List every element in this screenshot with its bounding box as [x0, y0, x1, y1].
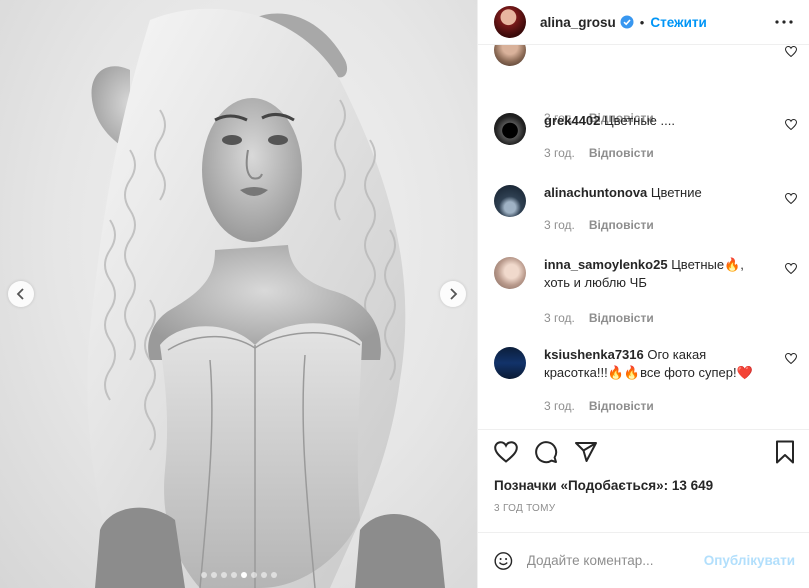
chevron-left-icon	[16, 288, 24, 300]
post-header: alina_grosu • Стежити	[478, 0, 809, 45]
comment-author[interactable]: grek4402	[544, 113, 600, 128]
comment-avatar[interactable]	[494, 347, 526, 379]
comment-icon	[535, 441, 558, 464]
add-comment-bar: Опублікувати	[478, 532, 809, 588]
comment-item: inna_samoylenko25 Цветные🔥, хоть и люблю…	[494, 256, 797, 337]
carousel-dot	[230, 572, 237, 578]
emoji-icon[interactable]	[494, 549, 513, 573]
comments-list[interactable]: 3 год. Відповісти grek4402 Цветные .... 3…	[478, 45, 809, 429]
heart-icon	[494, 441, 518, 463]
comment-meta: 3 год. Відповісти	[544, 399, 654, 413]
comment-meta: 3 год. Відповісти	[544, 146, 654, 160]
carousel-dot	[200, 572, 207, 578]
comment-author[interactable]: alinachuntonova	[544, 185, 647, 200]
carousel-dot	[260, 572, 267, 578]
comment-body: alinachuntonova Цветние	[544, 184, 771, 202]
bookmark-icon	[776, 440, 794, 464]
post-media	[0, 0, 477, 588]
comment-body: inna_samoylenko25 Цветные🔥, хоть и люблю…	[544, 256, 771, 292]
comment-author[interactable]: ksiushenka7316	[544, 347, 644, 362]
comment-author[interactable]: inna_samoylenko25	[544, 257, 668, 272]
header-separator: •	[639, 14, 645, 30]
next-slide-button[interactable]	[440, 281, 466, 307]
comment-item: ksiushenka7316 Ого какая красотка!!!🔥🔥вс…	[494, 346, 797, 427]
more-options-button[interactable]	[775, 20, 793, 24]
reply-button[interactable]: Відповісти	[589, 311, 654, 325]
chevron-right-icon	[450, 288, 458, 300]
heart-icon[interactable]	[785, 263, 797, 274]
save-button[interactable]	[775, 440, 795, 464]
comment-text: Цветные ....	[604, 113, 675, 128]
share-button[interactable]	[574, 440, 598, 464]
like-button[interactable]	[494, 441, 518, 463]
reply-button[interactable]: Відповісти	[589, 146, 654, 160]
comment-item: grek4402 Цветные .... 3 год. Відповісти	[494, 112, 797, 173]
follow-button[interactable]: Стежити	[650, 15, 706, 30]
comment-avatar[interactable]	[494, 257, 526, 289]
author-avatar[interactable]	[494, 6, 526, 38]
likes-count[interactable]: Позначки «Подобається»: 13 649	[478, 474, 809, 498]
comment-item: alinachuntonova Цветние 3 год. Відповісти	[494, 184, 797, 245]
send-icon	[575, 442, 597, 462]
carousel-dots	[0, 572, 477, 578]
comment-text: Цветние	[650, 185, 702, 200]
comment-body: grek4402 Цветные ....	[544, 112, 771, 130]
comment-time: 3 год.	[544, 146, 575, 160]
more-horizontal-icon	[775, 20, 793, 24]
comment-time: 3 год.	[544, 399, 575, 413]
carousel-dot	[210, 572, 217, 578]
post-photo	[87, 8, 445, 588]
author-username[interactable]: alina_grosu	[540, 15, 616, 30]
post-actions-bar	[478, 429, 809, 474]
carousel-dot	[270, 572, 277, 578]
comment-time: 3 год.	[544, 218, 575, 232]
heart-icon[interactable]	[785, 193, 797, 204]
comment-meta: 3 год. Відповісти	[544, 311, 654, 325]
publish-button[interactable]: Опублікувати	[704, 553, 795, 568]
reply-button[interactable]: Відповісти	[589, 218, 654, 232]
carousel-dot	[240, 572, 247, 578]
verified-badge-icon	[620, 15, 634, 29]
heart-icon[interactable]	[785, 46, 797, 57]
comment-avatar[interactable]	[494, 185, 526, 217]
comment-input[interactable]	[526, 553, 704, 568]
post-dialog: alina_grosu • Стежити 3 год. Відповісти …	[0, 0, 809, 588]
heart-icon[interactable]	[785, 119, 797, 130]
comment-button[interactable]	[534, 440, 558, 464]
comment-avatar[interactable]	[494, 45, 526, 66]
post-side-panel: alina_grosu • Стежити 3 год. Відповісти …	[477, 0, 809, 588]
comment-time: 3 год.	[544, 311, 575, 325]
carousel-dot	[250, 572, 257, 578]
comment-meta: 3 год. Відповісти	[544, 218, 654, 232]
comment-avatar[interactable]	[494, 113, 526, 145]
post-time[interactable]: 3 ГОД ТОМУ	[478, 498, 809, 520]
carousel-dot	[220, 572, 227, 578]
previous-slide-button[interactable]	[8, 281, 34, 307]
reply-button[interactable]: Відповісти	[589, 399, 654, 413]
heart-icon[interactable]	[785, 353, 797, 364]
comment-body: ksiushenka7316 Ого какая красотка!!!🔥🔥вс…	[544, 346, 771, 382]
